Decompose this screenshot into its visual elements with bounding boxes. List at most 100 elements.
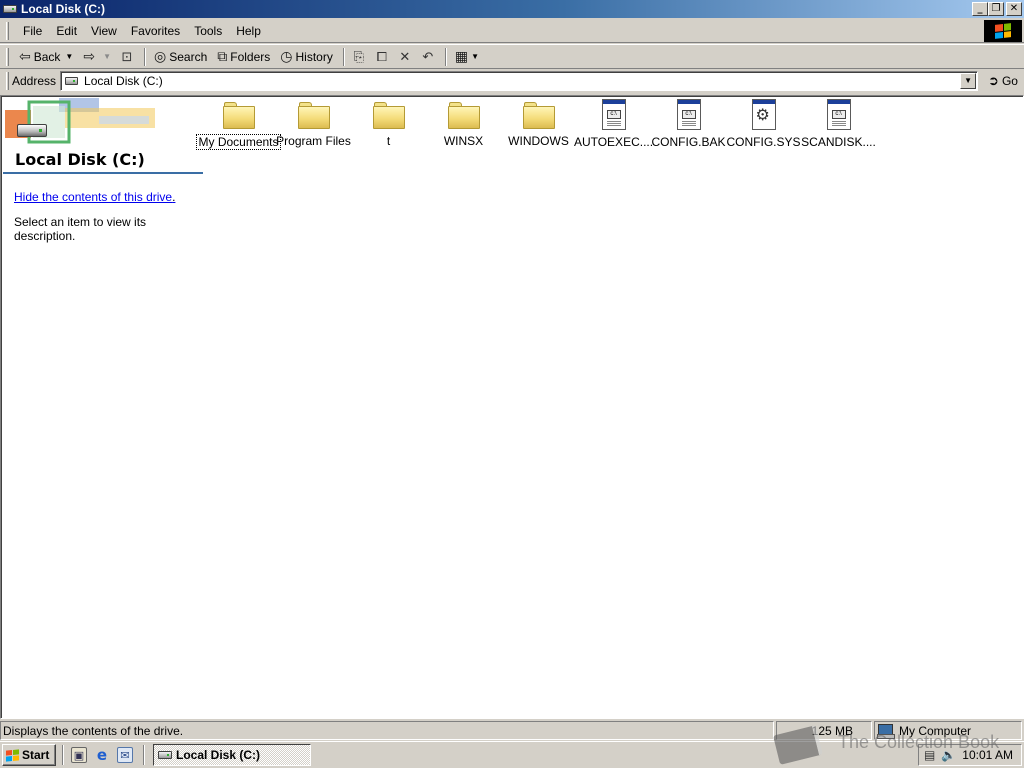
file-label: AUTOEXEC.... (573, 135, 654, 149)
file-item-t[interactable]: t (351, 98, 426, 154)
folders-icon: ⧉ (217, 48, 228, 64)
delete-button[interactable]: ✕ (395, 47, 415, 67)
views-dropdown-icon[interactable]: ▼ (471, 52, 479, 61)
folder-icon (372, 102, 405, 129)
maximize-button[interactable]: ❐ (988, 2, 1004, 16)
scheduler-icon[interactable]: ▤ (924, 748, 935, 762)
taskbar: Start ▣ e ✉ Local Disk (C:) ▤ 🔈 10:01 AM (0, 741, 1024, 768)
forward-dropdown-icon[interactable]: ▼ (103, 52, 111, 61)
file-icon-grid: My Documents Program Files t WINSX WINDO… (196, 98, 876, 154)
file-label: CONFIG.BAK (651, 135, 726, 149)
hide-contents-link-row: Hide the contents of this drive. (14, 190, 175, 204)
link-period: . (172, 190, 176, 204)
file-item-windows[interactable]: WINDOWS (501, 98, 576, 154)
file-item-my-documents[interactable]: My Documents (196, 98, 281, 154)
go-label: Go (1001, 74, 1018, 88)
clock[interactable]: 10:01 AM (962, 748, 1013, 762)
address-value: Local Disk (C:) (84, 74, 163, 88)
address-label: Address (12, 74, 57, 88)
menu-help[interactable]: Help (230, 22, 267, 40)
file-label: Program Files (276, 134, 351, 148)
status-bar: Displays the contents of the drive. 125 … (0, 721, 1024, 741)
go-button[interactable]: ➲ Go (988, 73, 1018, 89)
file-item-autoexec[interactable]: c:\ AUTOEXEC.... (573, 98, 654, 154)
toolbar-separator (342, 47, 345, 66)
views-button[interactable]: ▦ ▼ (451, 46, 483, 68)
hide-contents-link[interactable]: Hide the contents of this drive (14, 190, 172, 204)
quicklaunch-show-desktop[interactable]: ▣ (68, 744, 90, 766)
back-button[interactable]: ⇦ Back ▼ (15, 46, 77, 68)
address-input[interactable]: Local Disk (C:) ▼ (60, 71, 979, 91)
drive-icon[interactable] (2, 2, 18, 16)
file-item-winsx[interactable]: WINSX (426, 98, 501, 154)
views-icon: ▦ (454, 48, 469, 64)
back-arrow-icon: ⇦ (19, 48, 31, 64)
drive-icon (65, 77, 79, 85)
address-bar: Address Local Disk (C:) ▼ ➲ Go (0, 70, 1024, 92)
back-label: Back (33, 49, 61, 64)
forward-button[interactable]: ⇨ ▼ (79, 46, 115, 68)
address-dropdown-button[interactable]: ▼ (960, 73, 977, 89)
menu-bar: File Edit View Favorites Tools Help (0, 19, 1024, 43)
windows-flag-icon (995, 23, 1011, 39)
file-item-scandisk[interactable]: c:\ SCANDISK.... (801, 98, 876, 154)
undo-button[interactable]: ↶ (418, 47, 438, 67)
folders-label: Folders (230, 49, 271, 64)
status-message: Displays the contents of the drive. (0, 721, 774, 740)
menu-favorites[interactable]: Favorites (125, 22, 186, 40)
folders-button[interactable]: ⧉ Folders (213, 46, 274, 68)
close-button[interactable]: ✕ (1006, 2, 1022, 16)
delete-icon: ✕ (399, 48, 411, 64)
file-label: SCANDISK.... (801, 135, 876, 149)
title-bar[interactable]: Local Disk (C:) _ ❐ ✕ (0, 0, 1024, 18)
history-button[interactable]: ◷ History (276, 46, 337, 68)
folder-icon (297, 102, 330, 129)
outlook-express-icon: ✉ (117, 747, 133, 763)
file-item-config-bak[interactable]: c:\ CONFIG.BAK (651, 98, 726, 154)
menu-view[interactable]: View (85, 22, 123, 40)
my-computer-icon (877, 724, 895, 739)
menu-file[interactable]: File (17, 22, 48, 40)
quicklaunch-internet-explorer[interactable]: e (91, 744, 113, 766)
system-tray: ▤ 🔈 10:01 AM (918, 744, 1022, 766)
zone-text: My Computer (899, 723, 972, 738)
copy-to-icon: ⧠ (376, 48, 388, 64)
taskbar-separator (62, 745, 64, 765)
volume-icon[interactable]: 🔈 (941, 748, 956, 762)
minimize-button[interactable]: _ (972, 2, 988, 16)
menu-edit[interactable]: Edit (50, 22, 83, 40)
up-folder-icon: ⊡ (121, 48, 133, 64)
file-label: My Documents (196, 134, 281, 150)
file-label: WINSX (443, 134, 484, 148)
web-view-panel: Local Disk (C:) Hide the contents of thi… (3, 98, 203, 698)
menu-tools[interactable]: Tools (188, 22, 228, 40)
back-dropdown-icon[interactable]: ▼ (65, 52, 73, 61)
move-to-icon: ⎘ (353, 48, 365, 64)
file-label: t (386, 134, 391, 148)
up-folder-button[interactable]: ⊡ (117, 47, 137, 67)
window-controls: _ ❐ ✕ (972, 2, 1022, 16)
taskbar-window-local-disk[interactable]: Local Disk (C:) (153, 744, 311, 766)
folder-view[interactable]: Local Disk (C:) Hide the contents of thi… (0, 95, 1024, 719)
file-label: WINDOWS (508, 134, 569, 148)
move-to-button[interactable]: ⎘ (349, 47, 369, 67)
status-size: 125 MB (776, 721, 872, 740)
window-title: Local Disk (C:) (21, 2, 106, 16)
quicklaunch-outlook-express[interactable]: ✉ (114, 744, 136, 766)
menubar-grip[interactable] (6, 21, 9, 40)
file-item-config-sys[interactable]: ⚙ CONFIG.SYS (726, 98, 801, 154)
addressbar-grip[interactable] (6, 72, 9, 90)
file-item-program-files[interactable]: Program Files (276, 98, 351, 154)
go-arrow-icon: ➲ (988, 73, 999, 88)
start-label: Start (22, 748, 50, 762)
show-desktop-icon: ▣ (71, 747, 87, 763)
start-button[interactable]: Start (2, 744, 56, 766)
copy-to-button[interactable]: ⧠ (372, 47, 392, 67)
windows-flag-icon (6, 748, 19, 762)
status-zone: My Computer (874, 721, 1022, 740)
toolbar-separator (444, 47, 447, 66)
toolbar-grip[interactable] (6, 47, 9, 66)
internet-explorer-icon: e (96, 746, 108, 764)
system-file-gear-icon: ⚙ (751, 99, 776, 130)
search-button[interactable]: ◎ Search (150, 46, 211, 68)
